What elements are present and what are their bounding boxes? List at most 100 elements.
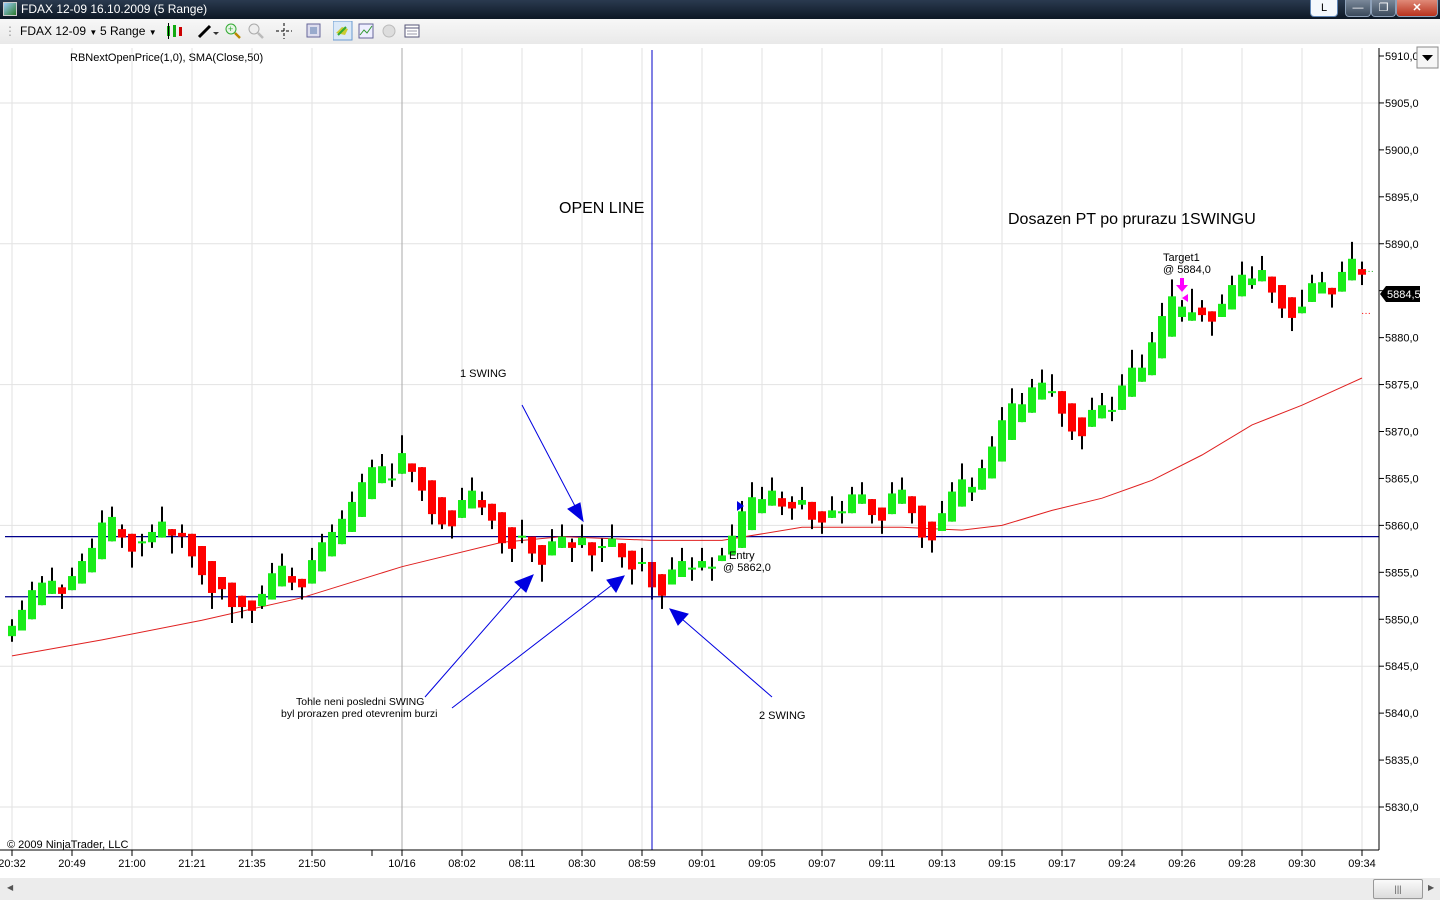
scale-menu-button[interactable]	[1416, 46, 1439, 69]
target-label: Target1	[1163, 252, 1200, 264]
candle-up	[888, 493, 896, 515]
crosshair-icon[interactable]	[276, 23, 298, 39]
candle-down	[198, 546, 206, 576]
chart-toolbar: ⋮ FDAX 12-09 ▼ 5 Range ▼ +	[0, 19, 1440, 44]
chart-panel[interactable]: 5910,05905,05900,05895,05890,05885,05880…	[0, 44, 1440, 878]
candle-up	[1258, 270, 1266, 282]
candle-up	[268, 573, 276, 600]
y-tick-label: 5900,0	[1385, 145, 1419, 157]
indicator-icon[interactable]	[358, 23, 374, 39]
x-tick-label: 08:02	[448, 858, 476, 870]
candle-up	[1018, 404, 1026, 423]
candle-down	[428, 480, 436, 515]
x-tick-label: 09:30	[1288, 858, 1316, 870]
scroll-thumb[interactable]: |||	[1373, 879, 1423, 899]
candle-up	[158, 521, 166, 538]
zoom-out-icon[interactable]	[248, 23, 264, 39]
y-tick-label: 5905,0	[1385, 98, 1419, 110]
candle-down	[178, 532, 186, 537]
close-button[interactable]: ✕	[1396, 0, 1438, 17]
candle-down	[128, 533, 136, 552]
candle-up	[858, 494, 866, 504]
link-button[interactable]: L	[1310, 0, 1338, 17]
y-tick-label: 5865,0	[1385, 473, 1419, 485]
zoom-in-icon[interactable]: +	[225, 23, 241, 39]
candle-up	[458, 500, 466, 518]
candle-up	[738, 511, 746, 548]
candle-up	[18, 609, 26, 631]
candle-up	[958, 479, 966, 507]
candle-up	[1218, 303, 1226, 317]
candle-down	[1058, 391, 1066, 414]
candle-up	[668, 569, 676, 585]
y-tick-label: 5840,0	[1385, 708, 1419, 720]
candle-down	[628, 550, 636, 570]
chevron-down-icon: ▼	[89, 28, 98, 37]
candle-up	[638, 561, 646, 564]
minimize-button[interactable]: —	[1345, 0, 1371, 17]
candle-up	[318, 542, 326, 572]
candle-down	[168, 529, 176, 536]
scroll-right-icon[interactable]: ▶	[1428, 883, 1434, 892]
swing2-arrow-head	[669, 608, 689, 626]
candlestick-style-icon[interactable]	[165, 23, 187, 39]
candle-down	[1198, 307, 1206, 316]
horizontal-scrollbar[interactable]: ◀ ||| ▶	[0, 878, 1440, 900]
strategy-icon[interactable]	[333, 21, 353, 41]
swing1-arrow-line	[521, 404, 577, 509]
record-icon[interactable]	[381, 23, 397, 39]
drawing-pencil-icon[interactable]	[197, 23, 219, 39]
candle-up	[28, 590, 36, 620]
candle-up	[278, 565, 286, 587]
candle-up	[1038, 382, 1046, 400]
candle-up	[758, 499, 766, 514]
app-chart-icon	[3, 2, 17, 16]
y-tick-label: 5830,0	[1385, 802, 1419, 814]
data-box-icon[interactable]	[404, 23, 420, 39]
y-axis: 5910,05905,05900,05895,05890,05885,05880…	[1379, 51, 1419, 814]
candle-down	[528, 536, 536, 554]
y-tick-label: 5890,0	[1385, 239, 1419, 251]
candle-up	[338, 518, 346, 545]
swing1-label: 1 SWING	[460, 368, 506, 380]
svg-text:+: +	[228, 24, 233, 34]
pt-reached-label: Dosazen PT po prurazu 1SWINGU	[1008, 211, 1256, 228]
candle-up	[88, 547, 96, 573]
candle-up	[258, 593, 266, 607]
candle-down	[288, 576, 296, 583]
candle-up	[1338, 271, 1346, 292]
candle-down	[248, 600, 256, 611]
candle-up	[1228, 285, 1236, 310]
candle-down	[908, 496, 916, 514]
not-last-swing-label: Tohle neni posledni SWING	[296, 696, 424, 708]
candle-up	[698, 561, 706, 568]
candle-up	[468, 490, 476, 509]
candle-down	[928, 521, 936, 541]
properties-icon[interactable]	[306, 23, 322, 39]
y-tick-label: 5860,0	[1385, 520, 1419, 532]
copyright: © 2009 NinjaTrader, LLC	[7, 839, 128, 851]
instrument-selector[interactable]: FDAX 12-09 ▼	[20, 24, 97, 38]
candle-up	[518, 535, 526, 538]
y-tick-label: 5910,0	[1385, 51, 1419, 63]
scroll-left-icon[interactable]: ◀	[7, 883, 13, 892]
candle-up	[108, 516, 116, 542]
price-chart[interactable]: 5910,05905,05900,05895,05890,05885,05880…	[0, 44, 1440, 878]
chevron-down-icon: ▼	[148, 28, 157, 37]
maximize-button[interactable]: ❐	[1371, 0, 1396, 17]
candle-up	[1028, 387, 1036, 413]
x-tick-label: 09:34	[1348, 858, 1376, 870]
candle-down	[588, 542, 596, 556]
not-last-arrow2-line	[451, 584, 613, 709]
candle-up	[998, 420, 1006, 462]
candle-down	[58, 587, 66, 594]
candle-up	[1248, 278, 1256, 286]
candle-up	[978, 468, 986, 490]
candle-up	[138, 541, 146, 544]
candle-up	[38, 582, 46, 606]
candle-down	[238, 595, 246, 608]
candle-up	[1148, 342, 1156, 376]
not-last-arrow1-line	[424, 585, 523, 698]
candle-down	[818, 511, 826, 523]
interval-selector[interactable]: 5 Range ▼	[100, 24, 157, 38]
